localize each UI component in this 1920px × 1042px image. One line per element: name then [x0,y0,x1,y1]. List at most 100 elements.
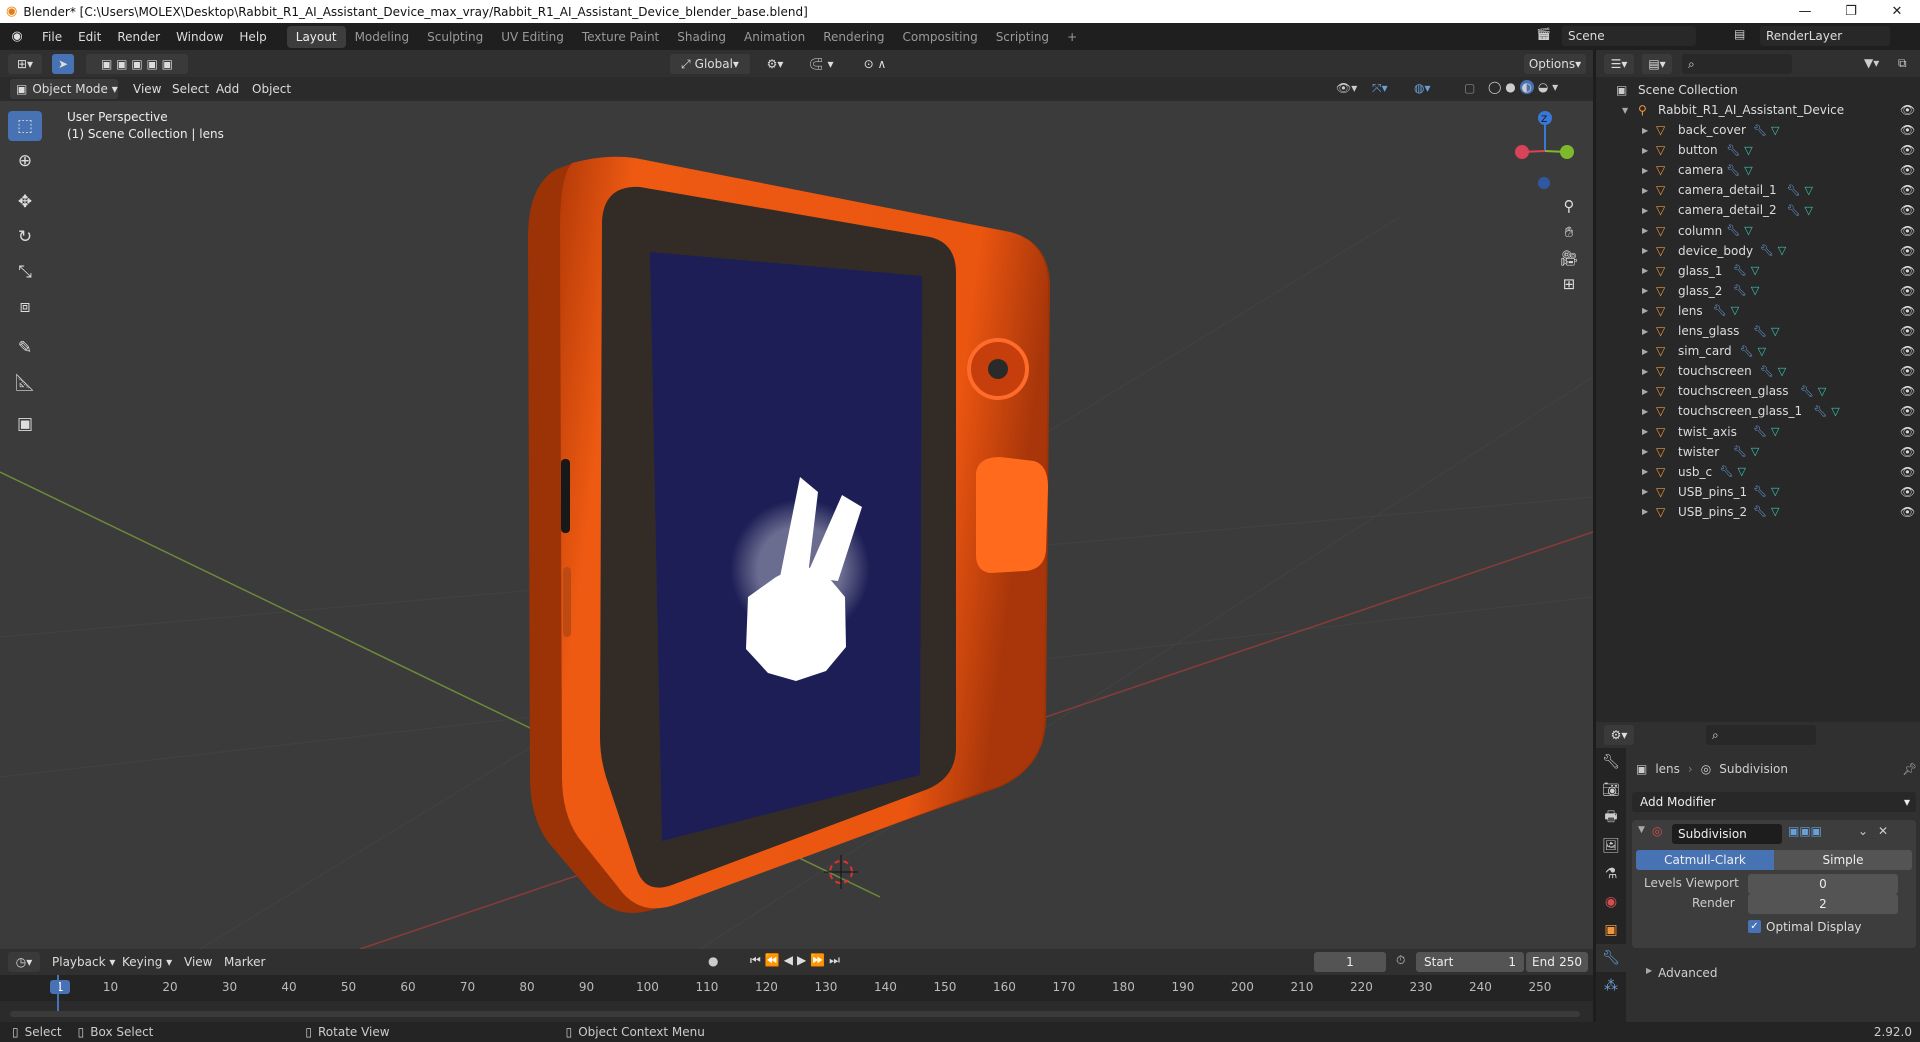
timeline-menu-playback[interactable]: Playback ▾ [44,949,123,975]
tab-animation[interactable]: Animation [735,26,814,48]
expand-icon[interactable]: ▶ [1642,327,1648,336]
maximize-button[interactable]: ❐ [1828,0,1874,23]
transform-orientation[interactable]: ⤢ Global ▾ [670,54,750,74]
outliner-item[interactable]: ▶ ▽ camera 🔧︎ ▽ 👁︎ [1596,160,1920,180]
eye-icon[interactable]: 👁︎ [1900,505,1915,519]
expand-icon[interactable]: ▶ [1642,507,1648,516]
transform-tool-icon[interactable]: ⧈ [8,292,42,322]
expand-icon[interactable]: ▶ [1642,206,1648,215]
modifier-wrench-icon[interactable]: 🔧︎ [1726,164,1740,177]
renderlayer-selector[interactable]: RenderLayer [1760,26,1890,46]
timeline-scrollbar[interactable] [10,1011,1580,1017]
outliner-item[interactable]: ▶ ▽ lens 🔧︎ ▽ 👁︎ [1596,301,1920,321]
move-tool-icon[interactable]: ✥ [8,187,42,217]
tab-shading[interactable]: Shading [668,26,735,48]
mesh-data-icon[interactable]: ▽ [1778,365,1786,378]
tab-simple[interactable]: Simple [1774,850,1912,870]
eye-icon[interactable]: 👁︎ [1900,123,1915,137]
current-frame-input[interactable]: 1 [1314,952,1386,972]
tab-catmull-clark[interactable]: Catmull-Clark [1636,850,1774,870]
expand-icon[interactable]: ▶ [1642,487,1648,496]
eye-icon[interactable]: 👁︎ [1900,344,1915,358]
outliner-item[interactable]: ▶ ▽ USB_pins_2 🔧︎ ▽ 👁︎ [1596,502,1920,522]
eye-icon[interactable]: 👁︎ [1900,143,1915,157]
mesh-data-icon[interactable]: ▽ [1831,405,1839,418]
expand-icon[interactable]: ▶ [1642,246,1648,255]
add-modifier-dropdown[interactable]: Add Modifier ▾ [1632,792,1916,812]
outliner-item[interactable]: ▶ ▽ glass_1 🔧︎ ▽ 👁︎ [1596,261,1920,281]
mesh-data-icon[interactable]: ▽ [1731,304,1739,317]
optimal-display-checkbox[interactable]: ✓ [1748,920,1761,933]
pin-icon[interactable]: 📌︎ [1902,762,1917,776]
properties-search-input[interactable]: ⌕ [1706,725,1816,745]
navigation-gizmo[interactable]: Z [1515,111,1574,189]
expand-icon[interactable]: ▶ [1642,306,1648,315]
properties-editor-icon[interactable]: ⚙▾ [1604,725,1634,745]
timeline-menu-marker[interactable]: Marker [216,949,273,975]
outliner-item[interactable]: ▶ ▽ camera_detail_1 🔧︎ ▽ 👁︎ [1596,180,1920,200]
expand-icon[interactable]: ▶ [1642,387,1648,396]
eye-icon[interactable]: 👁︎ [1900,485,1915,499]
eye-icon[interactable]: 👁︎ [1900,163,1915,177]
outliner-item[interactable]: ▶ ▽ button 🔧︎ ▽ 👁︎ [1596,140,1920,160]
editor-type-icon[interactable]: ⊞▾ [8,54,42,74]
modifier-wrench-icon[interactable]: 🔧︎ [1726,144,1740,157]
mesh-data-icon[interactable]: ▽ [1778,244,1786,257]
mesh-data-icon[interactable]: ▽ [1744,224,1752,237]
eye-icon[interactable]: 👁︎ [1900,264,1915,278]
mesh-data-icon[interactable]: ▽ [1738,465,1746,478]
tool-tab-icon[interactable]: 🔧︎ [1596,748,1626,776]
eye-icon[interactable]: 👁︎ [1900,384,1915,398]
outliner-search-input[interactable]: ⌕ [1682,54,1792,74]
modifier-tab-icon[interactable]: 🔧︎ [1596,944,1626,972]
timeline-ruler[interactable]: 1 10 20 30 40 50 60 70 80 90 100 110 120 130 140 150 160… [0,975,1593,1001]
eye-icon[interactable]: 👁︎ [1900,425,1915,439]
outliner-item[interactable]: ▶ ▽ device_body 🔧︎ ▽ 👁︎ [1596,241,1920,261]
expand-icon[interactable]: ▶ [1642,286,1648,295]
close-button[interactable]: ✕ [1874,0,1920,23]
eye-icon[interactable]: 👁︎ [1900,324,1915,338]
tab-modeling[interactable]: Modeling [346,26,419,48]
new-collection-icon[interactable]: ⧉ [1898,56,1907,71]
outliner-item[interactable]: ▶ ▽ back_cover 🔧︎ ▽ 👁︎ [1596,120,1920,140]
eye-icon[interactable]: 👁︎ [1900,183,1915,197]
levels-viewport-input[interactable]: 0 [1748,874,1898,894]
expand-icon[interactable]: ▶ [1642,226,1648,235]
filter-icon[interactable]: ▼▾ [1864,56,1879,70]
renderlayer-icon[interactable]: ▤ [1734,27,1745,41]
outliner-item[interactable]: ▶ ▽ camera_detail_2 🔧︎ ▽ 👁︎ [1596,200,1920,220]
modifier-wrench-icon[interactable]: 🔧︎ [1753,485,1767,498]
output-tab-icon[interactable]: 🖶︎ [1596,804,1626,832]
outliner-item[interactable]: ▶ ▽ usb_c 🔧︎ ▽ 👁︎ [1596,462,1920,482]
mesh-data-icon[interactable]: ▽ [1771,485,1779,498]
outliner-item[interactable]: ▶ ▽ touchscreen_glass 🔧︎ ▽ 👁︎ [1596,381,1920,401]
eye-icon[interactable]: 👁︎ [1900,203,1915,217]
outliner-item[interactable]: ▶ ▽ glass_2 🔧︎ ▽ 👁︎ [1596,281,1920,301]
particles-tab-icon[interactable]: ⁂ [1596,972,1626,1000]
modifier-wrench-icon[interactable]: 🔧︎ [1753,124,1767,137]
modifier-menu-icon[interactable]: ⌄ [1858,824,1868,838]
expand-icon[interactable]: ▶ [1642,166,1648,175]
tab-compositing[interactable]: Compositing [893,26,986,48]
world-tab-icon[interactable]: ◉ [1596,888,1626,916]
modifier-wrench-icon[interactable]: 🔧︎ [1713,304,1727,317]
expand-icon[interactable]: ▶ [1642,367,1648,376]
scene-selector[interactable]: Scene [1562,26,1696,46]
minimize-button[interactable]: — [1782,0,1828,23]
timeline-editor-icon[interactable]: ◷▾ [8,952,40,972]
menu-edit[interactable]: Edit [70,23,109,50]
modifier-wrench-icon[interactable]: 🔧︎ [1800,385,1814,398]
eye-icon[interactable]: 👁︎ [1900,364,1915,378]
modifier-wrench-icon[interactable]: 🔧︎ [1740,345,1754,358]
outliner-item[interactable]: ▶ ▽ twister 🔧︎ ▽ 👁︎ [1596,442,1920,462]
expand-icon[interactable]: ▶ [1642,347,1648,356]
mesh-data-icon[interactable]: ▽ [1771,124,1779,137]
outliner-item[interactable]: ▶ ▽ touchscreen_glass_1 🔧︎ ▽ 👁︎ [1596,401,1920,421]
panel-collapse-icon[interactable]: ▼ [1638,825,1645,835]
outliner-item[interactable]: ▶ ▽ sim_card 🔧︎ ▽ 👁︎ [1596,341,1920,361]
modifier-wrench-icon[interactable]: 🔧︎ [1726,224,1740,237]
outliner-item[interactable]: ▶ ▽ touchscreen 🔧︎ ▽ 👁︎ [1596,361,1920,381]
modifier-wrench-icon[interactable]: 🔧︎ [1753,505,1767,518]
modifier-wrench-icon[interactable]: 🔧︎ [1760,365,1774,378]
ortho-grid-icon[interactable]: ⊞ [1556,271,1582,297]
